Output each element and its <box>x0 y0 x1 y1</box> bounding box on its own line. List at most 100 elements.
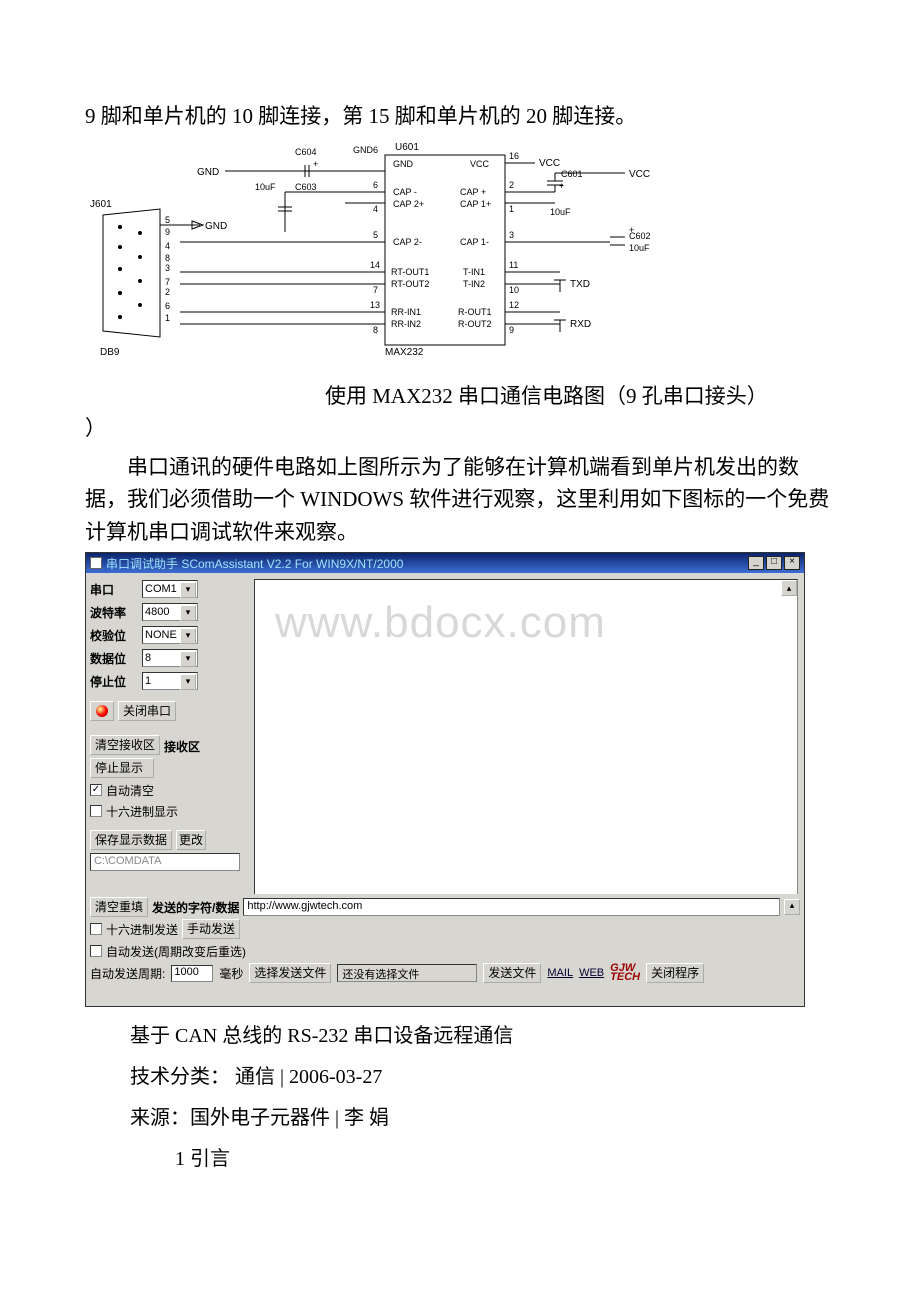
svg-text:16: 16 <box>509 151 519 161</box>
svg-text:VCC: VCC <box>470 159 490 169</box>
databits-label: 数据位 <box>90 650 138 667</box>
svg-text:CAP 1+: CAP 1+ <box>460 199 491 209</box>
parity-select[interactable]: NONE <box>142 626 198 644</box>
window-titlebar: 串口调试助手 SComAssistant V2.2 For WIN9X/NT/2… <box>86 553 804 573</box>
svg-text:GND: GND <box>197 167 219 178</box>
article-block: 基于 CAN 总线的 RS-232 串口设备远程通信 技术分类： 通信 | 20… <box>85 1021 835 1175</box>
svg-text:CAP 2-: CAP 2- <box>393 237 422 247</box>
hex-send-checkbox[interactable]: 十六进制发送 <box>90 920 178 938</box>
rx-area-label: 接收区 <box>164 735 200 755</box>
svg-text:R-OUT2: R-OUT2 <box>458 319 492 329</box>
svg-text:7: 7 <box>373 285 378 295</box>
close-program-button[interactable]: 关闭程序 <box>646 963 704 983</box>
save-data-button[interactable]: 保存显示数据 <box>90 830 172 850</box>
svg-text:2: 2 <box>509 180 514 190</box>
svg-text:5: 5 <box>373 230 378 240</box>
svg-text:8: 8 <box>373 325 378 335</box>
select-file-button[interactable]: 选择发送文件 <box>249 963 331 983</box>
svg-text:+: + <box>559 181 564 191</box>
tech-logo: TECH <box>610 973 640 982</box>
svg-text:CAP +: CAP + <box>460 187 486 197</box>
close-button[interactable]: × <box>784 556 800 570</box>
save-path-input[interactable]: C:\COMDATA <box>90 853 240 871</box>
maximize-button[interactable]: □ <box>766 556 782 570</box>
svg-text:VCC: VCC <box>629 169 650 180</box>
svg-text:3: 3 <box>165 263 170 273</box>
svg-text:U601: U601 <box>395 142 419 153</box>
stopbits-select[interactable]: 1 <box>142 672 198 690</box>
svg-text:10uF: 10uF <box>550 207 571 217</box>
clear-rx-button[interactable]: 清空接收区 <box>90 735 160 755</box>
checkbox-icon <box>90 923 102 935</box>
article-heading-1: 1 引言 <box>85 1144 835 1175</box>
svg-text:CAP 1-: CAP 1- <box>460 237 489 247</box>
caption-paren: ） <box>85 412 835 445</box>
svg-text:CAP -: CAP - <box>393 187 417 197</box>
clear-fill-button[interactable]: 清空重填 <box>90 897 148 917</box>
svg-text:RT-OUT2: RT-OUT2 <box>391 279 429 289</box>
send-file-button[interactable]: 发送文件 <box>483 963 541 983</box>
svg-text:1: 1 <box>165 313 170 323</box>
change-button[interactable]: 更改 <box>176 830 206 850</box>
hex-display-checkbox[interactable]: 十六进制显示 <box>90 802 250 820</box>
auto-period-label: 自动发送周期: <box>90 965 165 982</box>
svg-text:J601: J601 <box>90 199 112 210</box>
checkbox-icon <box>90 945 102 957</box>
app-icon <box>90 557 102 569</box>
svg-text:RXD: RXD <box>570 319 591 330</box>
svg-text:TXD: TXD <box>570 279 590 290</box>
parity-label: 校验位 <box>90 627 138 644</box>
stop-display-button[interactable]: 停止显示 <box>90 758 154 778</box>
svg-text:1: 1 <box>509 204 514 214</box>
svg-text:T-IN2: T-IN2 <box>463 279 485 289</box>
selected-file-display: 还没有选择文件 <box>337 964 477 982</box>
baud-label: 波特率 <box>90 604 138 621</box>
svg-text:8: 8 <box>165 253 170 263</box>
paragraph-2: 串口通讯的硬件电路如上图所示为了能够在计算机端看到单片机发出的数据，我们必须借助… <box>85 451 835 549</box>
databits-select[interactable]: 8 <box>142 649 198 667</box>
article-title: 基于 CAN 总线的 RS-232 串口设备远程通信 <box>85 1021 835 1052</box>
svg-text:MAX232: MAX232 <box>385 347 424 358</box>
svg-text:VCC: VCC <box>539 158 560 169</box>
port-status-indicator[interactable] <box>90 701 114 721</box>
red-dot-icon <box>96 705 108 717</box>
article-category: 技术分类： 通信 | 2006-03-27 <box>85 1062 835 1093</box>
port-label: 串口 <box>90 581 138 598</box>
svg-text:4: 4 <box>165 241 170 251</box>
svg-text:9: 9 <box>509 325 514 335</box>
send-input[interactable]: http://www.gjwtech.com <box>243 898 780 916</box>
svg-text:T-IN1: T-IN1 <box>463 267 485 277</box>
mail-link[interactable]: MAIL <box>547 969 573 978</box>
svg-text:7: 7 <box>165 277 170 287</box>
svg-text:4: 4 <box>373 204 378 214</box>
svg-text:+: + <box>313 159 318 169</box>
svg-text:RR-IN2: RR-IN2 <box>391 319 421 329</box>
svg-text:RT-OUT1: RT-OUT1 <box>391 267 429 277</box>
auto-clear-checkbox[interactable]: 自动清空 <box>90 781 250 799</box>
svg-text:C601: C601 <box>561 169 583 179</box>
svg-text:3: 3 <box>509 230 514 240</box>
scroll-up-button[interactable]: ▴ <box>781 580 797 596</box>
svg-text:GND6: GND6 <box>353 145 378 155</box>
svg-text:+: + <box>629 225 634 235</box>
port-select[interactable]: COM1 <box>142 580 198 598</box>
manual-send-button[interactable]: 手动发送 <box>182 919 240 939</box>
svg-text:RR-IN1: RR-IN1 <box>391 307 421 317</box>
minimize-button[interactable]: _ <box>748 556 764 570</box>
svg-text:12: 12 <box>509 300 519 310</box>
svg-text:GND: GND <box>205 221 227 232</box>
svg-text:6: 6 <box>373 180 378 190</box>
svg-text:DB9: DB9 <box>100 347 120 358</box>
auto-send-checkbox[interactable]: 自动发送(周期改变后重选) <box>90 942 246 960</box>
auto-period-input[interactable]: 1000 <box>171 965 213 982</box>
checkbox-icon <box>90 784 102 796</box>
svg-text:5: 5 <box>165 215 170 225</box>
serial-tool-window: 串口调试助手 SComAssistant V2.2 For WIN9X/NT/2… <box>85 552 805 1007</box>
close-port-button[interactable]: 关闭串口 <box>118 701 176 721</box>
scroll-up-small[interactable]: ▴ <box>784 899 800 915</box>
svg-text:C604: C604 <box>295 147 317 157</box>
send-panel: 清空重填 发送的字符/数据 http://www.gjwtech.com ▴ 十… <box>86 894 804 986</box>
svg-text:C603: C603 <box>295 182 317 192</box>
baud-select[interactable]: 4800 <box>142 603 198 621</box>
web-link[interactable]: WEB <box>579 967 604 979</box>
